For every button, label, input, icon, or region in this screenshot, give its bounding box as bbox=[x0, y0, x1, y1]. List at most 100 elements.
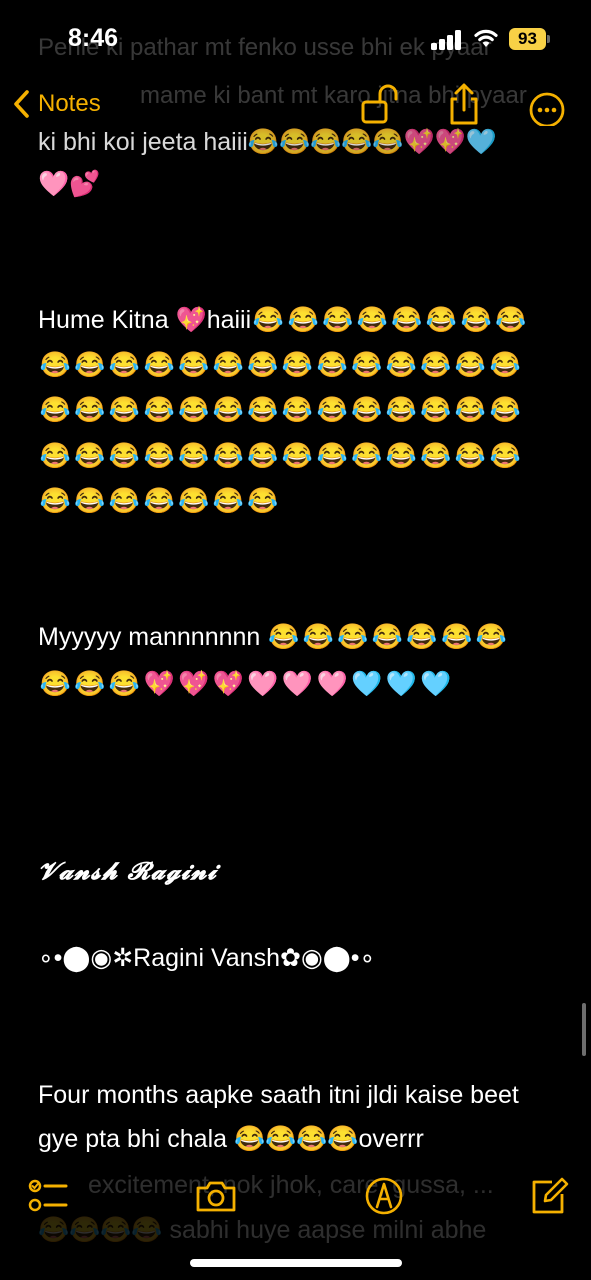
battery-tip bbox=[547, 35, 550, 43]
emoji: 😂 bbox=[143, 442, 175, 470]
emoji: 😂 bbox=[281, 396, 314, 424]
emoji: 😂 bbox=[39, 487, 71, 515]
camera-icon[interactable] bbox=[194, 1174, 238, 1218]
emoji: 😂 bbox=[316, 396, 348, 424]
battery-indicator: 93 bbox=[509, 28, 546, 50]
chevron-left-icon bbox=[14, 90, 29, 118]
emoji: 🩵 bbox=[420, 670, 452, 698]
emoji: 😂 bbox=[385, 442, 417, 470]
back-button[interactable]: Notes bbox=[12, 84, 101, 124]
markup-icon[interactable] bbox=[362, 1174, 406, 1218]
emoji: 😂 bbox=[108, 396, 141, 424]
para1-line1: Hume Kitna 💖haiii 😂 😂 😂 😂 😂 😂 😂 😂 bbox=[38, 298, 528, 343]
emoji: 😂 bbox=[460, 306, 492, 334]
emoji: 😂 bbox=[425, 306, 457, 334]
emoji: 😂 bbox=[322, 306, 354, 334]
emoji: 😂 bbox=[489, 351, 521, 379]
emoji: 😂 bbox=[178, 442, 210, 470]
status-bar: 8:46 93 bbox=[0, 0, 591, 80]
emoji: 😂 bbox=[39, 442, 71, 470]
emoji: 😂 bbox=[74, 351, 106, 379]
emoji: 😂 bbox=[39, 351, 71, 379]
emoji: 😂 bbox=[108, 487, 141, 515]
emoji: 😂 bbox=[268, 623, 300, 651]
emoji: 😂 bbox=[212, 396, 244, 424]
emoji: 😂 bbox=[351, 396, 383, 424]
more-icon[interactable] bbox=[528, 82, 566, 126]
signal-icon bbox=[431, 30, 463, 50]
emoji: 😂 bbox=[74, 487, 106, 515]
para3-line1: Four months aapke saath itni jldi kaise … bbox=[38, 1081, 519, 1109]
emoji: 🩷 bbox=[281, 670, 314, 698]
para1-row3: 😂 😂 😂 😂 😂 😂 😂 😂 😂 😂 😂 😂 😂 😂 bbox=[38, 388, 522, 433]
para2-text: Myyyyy mannnnnnn bbox=[38, 623, 261, 651]
note-line-top2: 🩷💕 bbox=[38, 170, 101, 198]
emoji: 😂 bbox=[454, 351, 486, 379]
wifi-icon bbox=[474, 29, 498, 47]
emoji: 😂 bbox=[475, 623, 507, 651]
emoji: 😂 bbox=[212, 487, 244, 515]
emoji: 😂 bbox=[385, 396, 417, 424]
para1-text: Hume Kitna 💖haiii bbox=[38, 306, 252, 334]
emoji: 😂 bbox=[178, 396, 210, 424]
emoji: 😂 bbox=[252, 306, 285, 334]
status-time: 8:46 bbox=[68, 24, 119, 52]
emoji: 😂 bbox=[337, 623, 369, 651]
emoji: 😂 bbox=[489, 442, 521, 470]
para1-row2: 😂 😂 😂 😂 😂 😂 😂 😂 😂 😂 😂 😂 😂 😂 bbox=[38, 343, 522, 388]
emoji: 😂 bbox=[385, 351, 417, 379]
back-label: Notes bbox=[38, 90, 101, 117]
emoji: 🩵 bbox=[385, 670, 417, 698]
emoji: 😂 bbox=[489, 396, 521, 424]
emoji: 😂 bbox=[420, 442, 452, 470]
emoji: 🩷 bbox=[316, 670, 348, 698]
share-icon[interactable] bbox=[444, 82, 484, 126]
home-indicator[interactable] bbox=[190, 1259, 402, 1267]
para3-line2: gye pta bhi chala 😂😂😂😂overrr bbox=[38, 1125, 424, 1153]
unlock-icon[interactable] bbox=[360, 82, 400, 126]
emoji: 😂 bbox=[178, 487, 210, 515]
emoji: 😂 bbox=[178, 351, 210, 379]
emoji: 😂 bbox=[281, 442, 314, 470]
emoji: 😂 bbox=[495, 306, 527, 334]
emoji: 😂 bbox=[247, 351, 279, 379]
deco-name: ∘•⬤◉✲Ragini Vansh✿◉⬤•∘ bbox=[38, 944, 376, 972]
emoji: 😂 bbox=[351, 351, 383, 379]
emoji: 😂 bbox=[281, 351, 314, 379]
emoji: 😂 bbox=[39, 670, 71, 698]
para1-row4: 😂 😂 😂 😂 😂 😂 😂 😂 😂 😂 😂 😂 😂 😂 bbox=[38, 434, 522, 479]
emoji: 😂 bbox=[143, 351, 175, 379]
emoji: 😂 bbox=[287, 306, 319, 334]
emoji: 😂 bbox=[74, 670, 106, 698]
para1-row5: 😂 😂 😂 😂 😂 😂 😂 bbox=[38, 479, 280, 524]
emoji: 😂 bbox=[39, 396, 71, 424]
nav-bar: Notes bbox=[0, 76, 591, 136]
para1-row1: 😂 😂 😂 😂 😂 😂 😂 😂 bbox=[251, 298, 528, 343]
emoji: 😂 bbox=[108, 670, 141, 698]
emoji: 😂 bbox=[247, 487, 279, 515]
scroll-indicator[interactable] bbox=[582, 1003, 586, 1056]
emoji: 💖 bbox=[212, 670, 244, 698]
emoji: 💖 bbox=[178, 670, 210, 698]
emoji: 😂 bbox=[351, 442, 383, 470]
emoji: 😂 bbox=[316, 442, 348, 470]
emoji: 😂 bbox=[302, 623, 334, 651]
emoji: 😂 bbox=[441, 623, 473, 651]
emoji: 😂 bbox=[420, 396, 452, 424]
checklist-icon[interactable] bbox=[26, 1174, 70, 1218]
emoji: 😂 bbox=[454, 396, 486, 424]
emoji: 😂 bbox=[420, 351, 452, 379]
para2-row1: 😂 😂 😂 😂 😂 😂 😂 bbox=[266, 615, 508, 660]
emoji: 😂 bbox=[247, 396, 279, 424]
emoji: 😂 bbox=[316, 351, 348, 379]
emoji: 😂 bbox=[391, 306, 423, 334]
emoji: 😂 bbox=[356, 306, 388, 334]
emoji: 😂 bbox=[212, 442, 244, 470]
emoji: 😂 bbox=[143, 487, 175, 515]
bottom-toolbar bbox=[0, 1160, 591, 1232]
compose-icon[interactable] bbox=[528, 1174, 572, 1218]
emoji: 😂 bbox=[454, 442, 486, 470]
emoji: 😂 bbox=[247, 442, 279, 470]
emoji: 😂 bbox=[406, 623, 438, 651]
emoji: 🩷 bbox=[247, 670, 279, 698]
